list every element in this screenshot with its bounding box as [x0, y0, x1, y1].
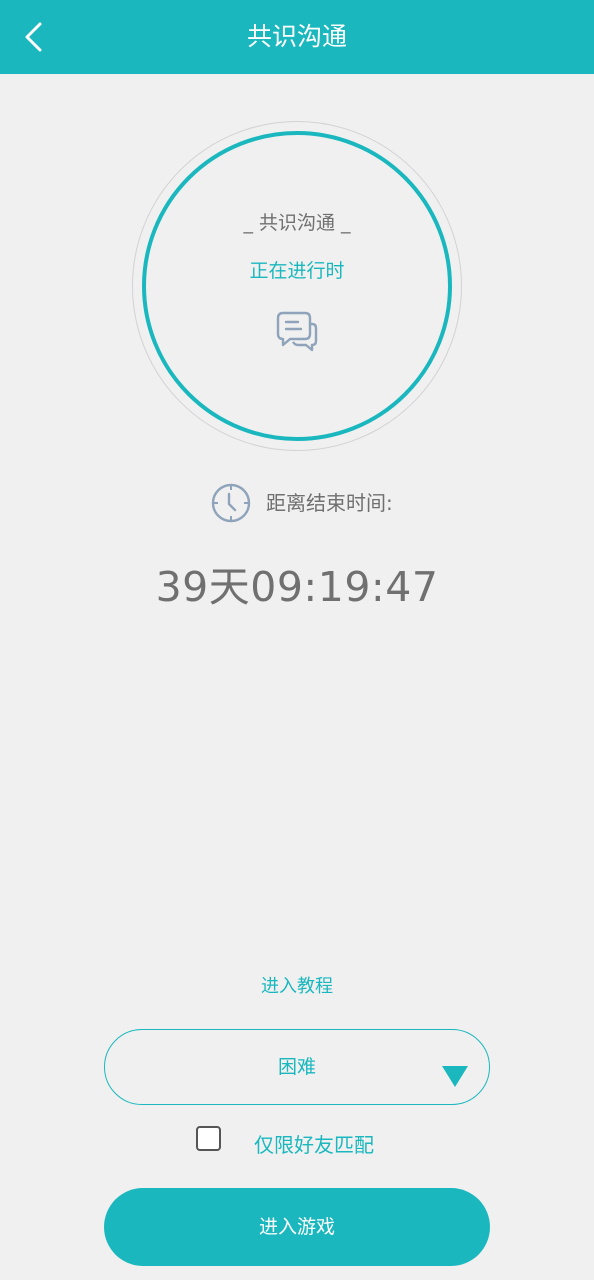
mode-status: 正在进行时	[249, 260, 345, 282]
countdown-timer: 39天09:19:47	[155, 563, 439, 611]
enter-game-button[interactable]: 进入游戏	[104, 1188, 490, 1266]
tutorial-link[interactable]: 进入教程	[0, 972, 594, 998]
chat-bubbles-icon	[276, 311, 318, 352]
back-button[interactable]	[14, 16, 54, 58]
clock-icon	[211, 483, 251, 523]
friends-only-checkbox[interactable]	[196, 1126, 221, 1151]
countdown-label: 距离结束时间:	[266, 491, 393, 515]
triangle-down-icon	[442, 1066, 468, 1087]
page-title: 共识沟通	[246, 22, 347, 51]
friends-only-label[interactable]: 仅限好友匹配	[254, 1129, 374, 1158]
status-circle-inner-ring	[142, 131, 452, 441]
mode-title: _ 共识沟通 _	[243, 212, 351, 234]
game-lobby-page: 共识沟通 _ 共识沟通 _ 正在进行时 距离结束时间: 39天09:19:47 …	[0, 0, 594, 1280]
header-bar: 共识沟通	[0, 0, 594, 74]
difficulty-select[interactable]: 困难	[104, 1029, 490, 1105]
difficulty-value: 困难	[277, 1056, 316, 1078]
chevron-left-icon	[25, 22, 42, 52]
